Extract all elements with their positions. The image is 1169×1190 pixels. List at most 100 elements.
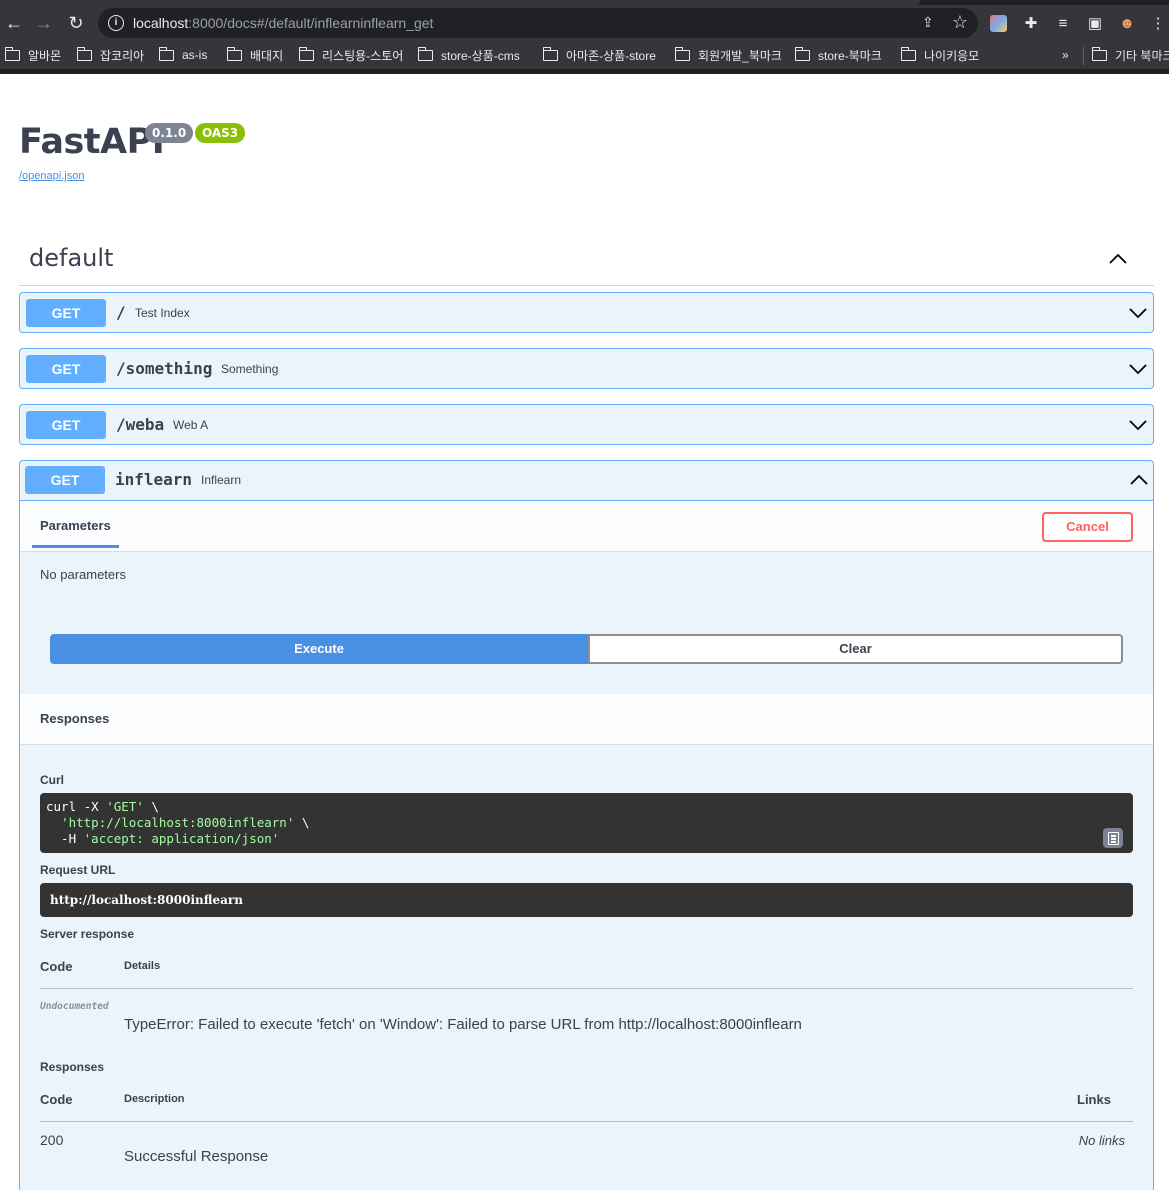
menu-icon[interactable]: ⋮ [1148,14,1168,34]
operation-get-inflearn: GET inflearn Inflearn Parameters Cancel … [19,460,1154,1190]
bookmark-folder[interactable]: 잡코리아 [76,46,144,63]
forward-icon[interactable]: → [33,13,55,35]
execute-button[interactable]: Execute [50,634,588,664]
folder-icon [298,46,314,61]
response-code: 200 [40,1132,64,1148]
tab-parameters[interactable]: Parameters [40,518,111,533]
request-url-value: http://localhost:8000inflearn [50,893,243,907]
sidepanel-icon[interactable]: ▣ [1085,14,1105,34]
browser-chrome: ← → ↻ i localhost:8000/docs#/default/inf… [0,0,1169,74]
folder-icon [4,46,20,61]
operation-summary: Web A [173,418,209,432]
description-column-header: Description [124,1093,185,1105]
profile-icon[interactable]: ☻ [1117,14,1137,34]
cancel-button[interactable]: Cancel [1042,512,1133,542]
curl-code-block[interactable]: curl -X 'GET' \ 'http://localhost:8000in… [40,793,1133,853]
no-links-text: No links [1078,1133,1125,1148]
method-badge: GET [26,411,106,439]
chevron-up-icon[interactable] [1130,473,1148,491]
method-badge: GET [26,355,106,383]
operation-summary: Something [221,362,279,376]
version-badge: 0.1.0 [145,123,194,143]
code-column-header: Code [40,1092,73,1107]
parameters-section-header: Parameters Cancel [20,501,1153,552]
chrome-divider [0,69,1169,74]
operation-path: inflearn [115,470,193,489]
responses-heading: Responses [40,711,110,726]
tag-name: default [29,244,114,272]
folder-icon [158,46,174,61]
chevron-down-icon[interactable] [1129,306,1147,324]
site-info-icon[interactable]: i [108,15,124,31]
folder-icon [417,46,433,61]
back-icon[interactable]: ← [3,13,25,35]
folder-icon [674,46,690,61]
extension-icon[interactable] [990,15,1007,32]
tab-active-underline [32,545,119,548]
other-bookmarks-folder[interactable]: 기타 북마크 [1091,46,1169,63]
request-url-label: Request URL [40,863,116,877]
address-bar[interactable]: i localhost:8000/docs#/default/inflearni… [98,8,978,38]
browser-toolbar: ← → ↻ i localhost:8000/docs#/default/inf… [0,5,1169,41]
details-column-header: Details [124,960,161,972]
bookmark-folder[interactable]: 배대지 [226,46,283,63]
operation-summary-bar[interactable]: GET inflearn Inflearn [20,461,1153,501]
links-column-header: Links [1077,1092,1111,1107]
bookmark-folder[interactable]: 회원개발_북마크 [674,46,782,63]
puzzle-icon[interactable]: ✚ [1021,14,1041,34]
operation-path: / [116,303,126,322]
table-divider [40,1121,1133,1122]
openapi-json-link[interactable]: /openapi.json [19,170,84,182]
chevron-up-icon[interactable] [1109,252,1127,266]
response-description: Successful Response [124,1148,269,1165]
folder-icon [1091,46,1107,61]
folder-icon [542,46,558,61]
operation-summary: Test Index [135,306,190,320]
table-divider [40,988,1133,989]
url-text[interactable]: localhost:8000/docs#/default/inflearninf… [133,15,433,31]
no-parameters-text: No parameters [40,567,126,582]
clear-button[interactable]: Clear [588,634,1123,664]
bookmark-folder[interactable]: 나이키응모 [900,46,979,63]
folder-icon [76,46,92,61]
bookmark-folder[interactable]: 알바몬 [4,46,61,63]
bookmark-separator [1083,47,1084,65]
oas-badge: OAS3 [195,123,246,143]
responses-section-header: Responses [20,694,1153,745]
folder-icon [226,46,242,61]
media-icon[interactable]: ≡ [1053,14,1073,34]
bookmark-folder[interactable]: store-북마크 [794,46,882,63]
bookmark-folder[interactable]: store-상품-cms [417,46,520,63]
reload-icon[interactable]: ↻ [65,13,87,35]
bookmarks-more-button[interactable]: » [1062,47,1069,63]
bookmark-star-icon[interactable]: ☆ [952,12,968,33]
folder-icon [794,46,810,61]
bookmarks-bar: 알바몬 잡코리아 as-is 배대지 리스팅용-스토어 store-상품-cms… [0,41,1169,69]
operation-summary: Inflearn [201,473,242,487]
request-url-block[interactable]: http://localhost:8000inflearn [40,883,1133,917]
copy-icon[interactable] [1103,828,1123,848]
operation-get-weba[interactable]: GET /weba Web A [19,404,1154,445]
method-badge: GET [26,299,106,327]
operation-path: /weba [116,415,165,434]
server-response-label: Server response [40,927,135,941]
operation-header[interactable]: GET inflearn Inflearn [19,460,1154,501]
folder-icon [900,46,916,61]
responses-label: Responses [40,1060,105,1074]
method-badge: GET [25,466,105,494]
operation-get-root[interactable]: GET / Test Index [19,292,1154,333]
code-column-header: Code [40,959,73,974]
undocumented-label: Undocumented [40,1001,109,1012]
bookmark-folder[interactable]: as-is [158,46,207,63]
tag-section-header[interactable]: default [19,236,1154,286]
error-message: TypeError: Failed to execute 'fetch' on … [124,1016,802,1033]
operation-path: /something [116,359,213,378]
chevron-down-icon[interactable] [1129,418,1147,436]
share-icon[interactable]: ⇪ [922,14,938,32]
curl-label: Curl [40,773,64,787]
bookmark-folder[interactable]: 리스팅용-스토어 [298,46,403,63]
chevron-down-icon[interactable] [1129,362,1147,380]
bookmark-folder[interactable]: 아마존-상품-store [542,46,656,63]
page-title: FastAPI [19,122,165,162]
operation-get-something[interactable]: GET /something Something [19,348,1154,389]
